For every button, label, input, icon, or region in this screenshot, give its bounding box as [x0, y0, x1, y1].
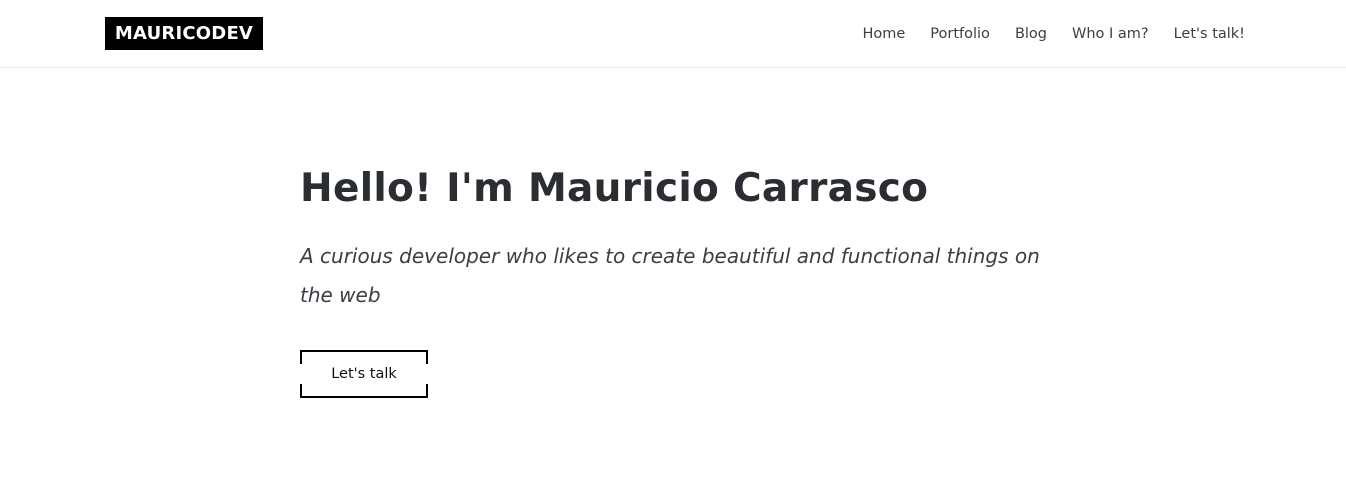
hero-title: Hello! I'm Mauricio Carrasco [300, 166, 929, 211]
main-nav: Home Portfolio Blog Who I am? Let's talk… [862, 24, 1245, 44]
lets-talk-button[interactable]: Let's talk [300, 350, 428, 398]
nav-link-who-i-am[interactable]: Who I am? [1072, 24, 1149, 44]
top-navbar: MAURICODEV Home Portfolio Blog Who I am?… [0, 0, 1346, 68]
nav-link-blog[interactable]: Blog [1015, 24, 1047, 44]
lets-talk-button-label: Let's talk [331, 366, 397, 382]
nav-link-portfolio[interactable]: Portfolio [930, 24, 990, 44]
hero-section: Hello! I'm Mauricio Carrasco A curious d… [300, 160, 1060, 315]
site-logo[interactable]: MAURICODEV [105, 17, 263, 50]
nav-link-home[interactable]: Home [862, 24, 905, 44]
hero-subtitle: A curious developer who likes to create … [300, 244, 1040, 307]
nav-link-lets-talk[interactable]: Let's talk! [1174, 24, 1245, 44]
